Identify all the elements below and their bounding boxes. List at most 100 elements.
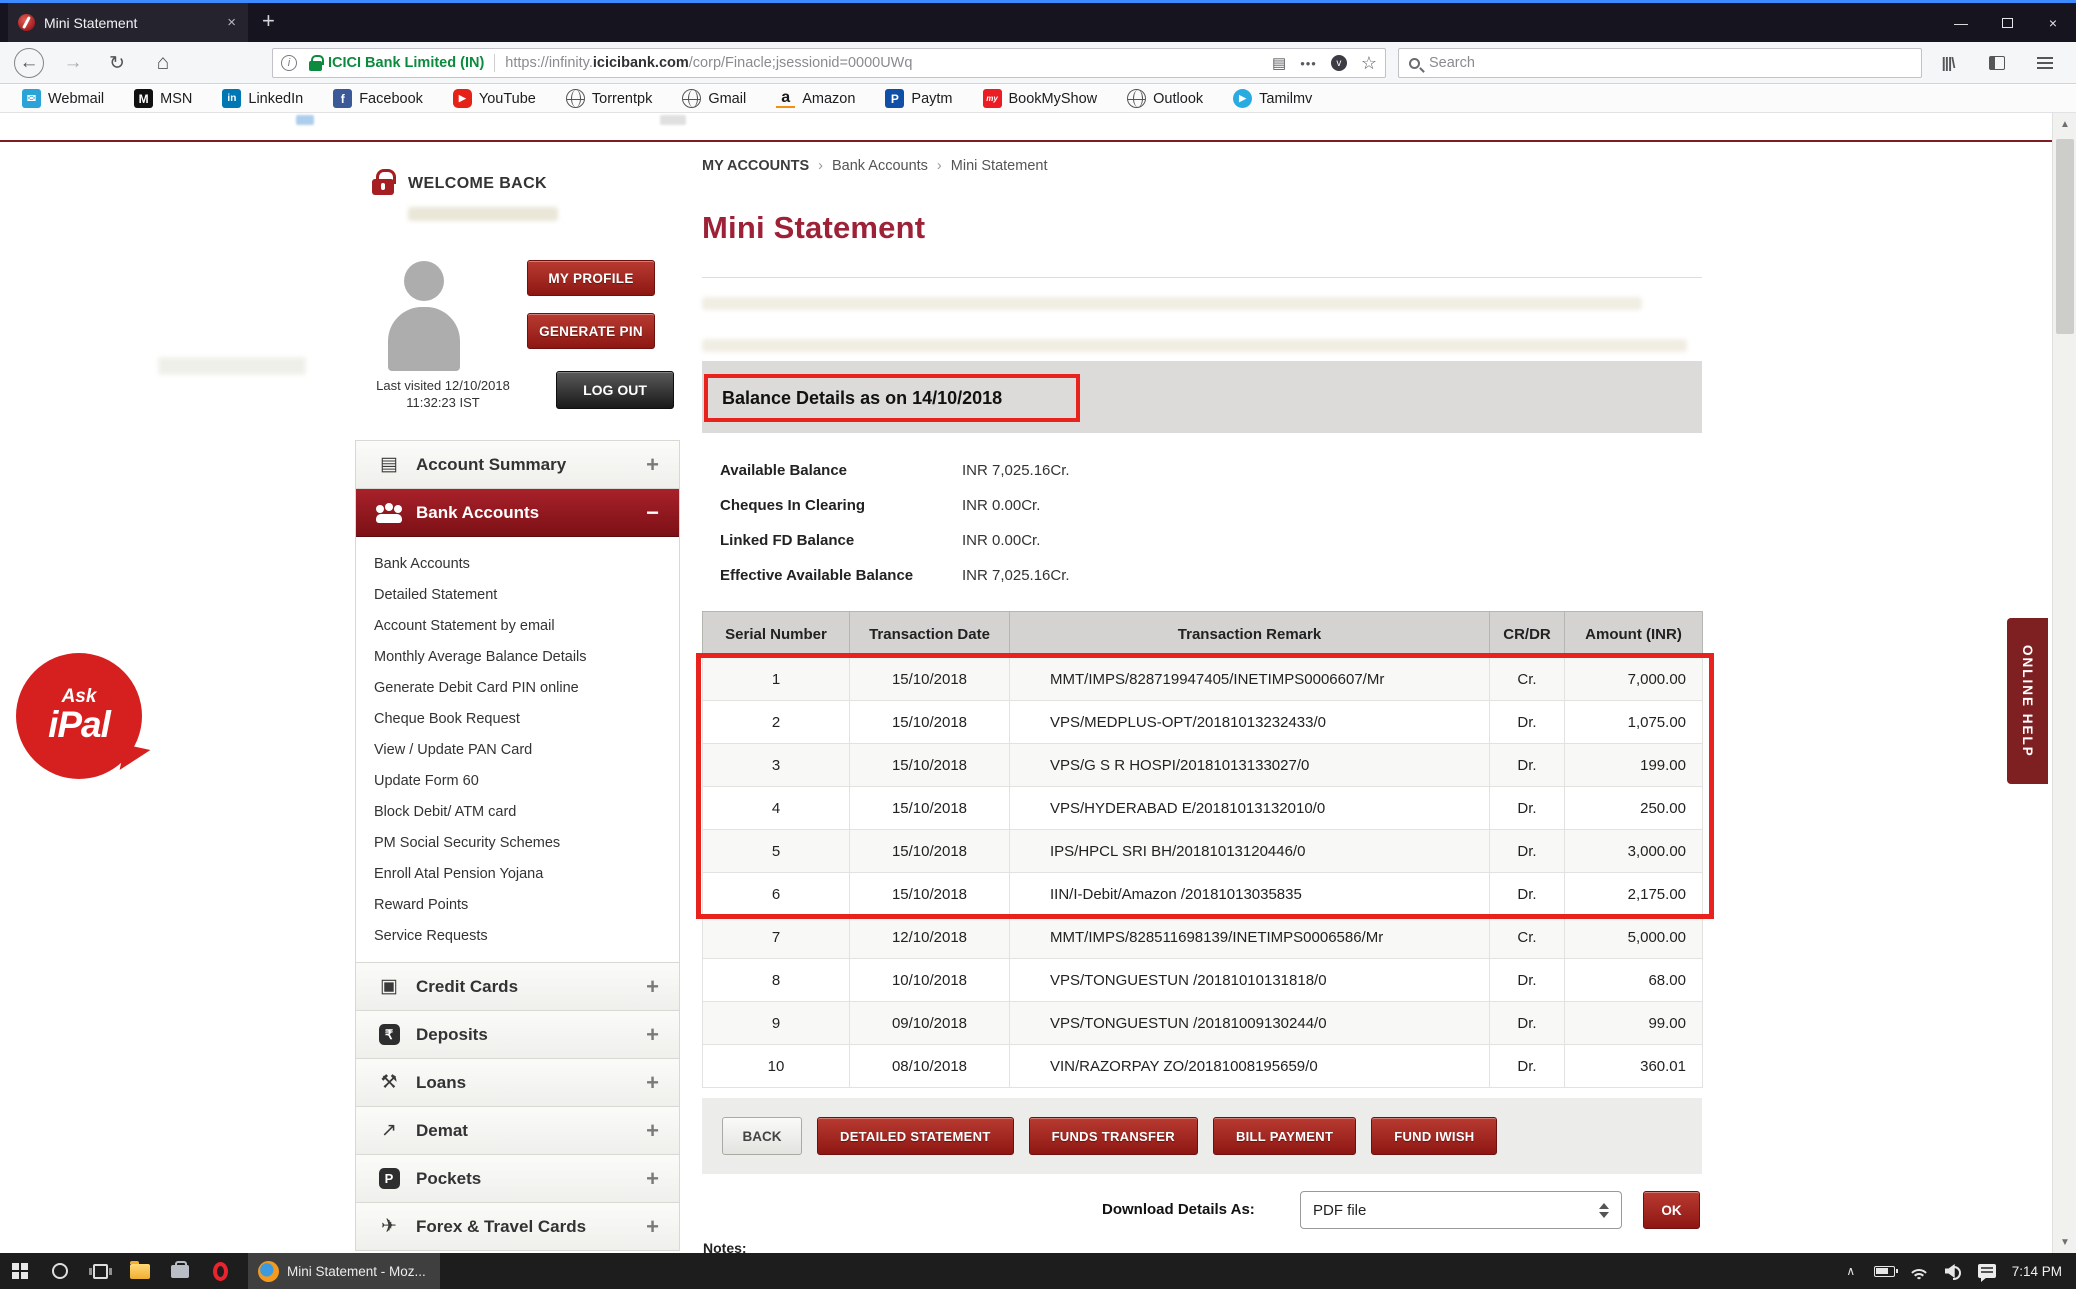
expand-toggle-icon[interactable]: + bbox=[646, 1214, 659, 1240]
file-explorer-button[interactable] bbox=[120, 1253, 160, 1289]
breadcrumb-item[interactable]: Mini Statement bbox=[951, 158, 1048, 174]
sidebar-menu-row[interactable]: ▤ Account Summary + bbox=[356, 441, 679, 489]
submenu-item[interactable]: Account Statement by email bbox=[356, 611, 679, 642]
expand-toggle-icon[interactable]: + bbox=[646, 1166, 659, 1192]
url-bar[interactable]: i ICICI Bank Limited (IN) https://infini… bbox=[272, 48, 1386, 78]
site-identity[interactable]: ICICI Bank Limited (IN) bbox=[328, 55, 484, 71]
bookmark-item[interactable]: M MSN bbox=[134, 89, 192, 108]
cell-amount: 68.00 bbox=[1565, 959, 1703, 1002]
action-button[interactable]: BILL PAYMENT bbox=[1213, 1117, 1356, 1155]
sidebar-menu-row[interactable]: ✈ Forex & Travel Cards + bbox=[356, 1203, 679, 1251]
submenu-item[interactable]: Reward Points bbox=[356, 890, 679, 921]
submenu-item[interactable]: Bank Accounts bbox=[356, 549, 679, 580]
submenu-item[interactable]: Detailed Statement bbox=[356, 580, 679, 611]
breadcrumb-item[interactable]: MY ACCOUNTS bbox=[702, 158, 809, 174]
new-tab-button[interactable]: + bbox=[262, 8, 275, 34]
reload-button[interactable]: ↻ bbox=[102, 48, 132, 78]
back-page-button[interactable]: BACK bbox=[722, 1117, 802, 1155]
log-out-button[interactable]: LOG OUT bbox=[556, 371, 674, 409]
submenu-item[interactable]: Service Requests bbox=[356, 921, 679, 952]
bookmark-item[interactable]: Gmail bbox=[682, 89, 746, 108]
submenu-item[interactable]: Enroll Atal Pension Yojana bbox=[356, 859, 679, 890]
page-scrollbar[interactable]: ▲ ▼ bbox=[2052, 113, 2076, 1253]
expand-toggle-icon[interactable]: + bbox=[646, 1022, 659, 1048]
search-input[interactable] bbox=[1429, 55, 1911, 71]
taskbar-clock[interactable]: 7:14 PM bbox=[2004, 1264, 2076, 1279]
bookmark-item[interactable]: Torrentpk bbox=[566, 89, 652, 108]
expand-toggle-icon[interactable]: − bbox=[646, 500, 659, 526]
bookmark-item[interactable]: ▶ YouTube bbox=[453, 89, 536, 108]
sidebar-menu-row[interactable]: Bank Accounts − bbox=[356, 489, 679, 537]
bookmark-item[interactable]: Outlook bbox=[1127, 89, 1203, 108]
submenu-item[interactable]: Generate Debit Card PIN online bbox=[356, 673, 679, 704]
url-text[interactable]: https://infinity.icicibank.com/corp/Fina… bbox=[505, 55, 1264, 71]
browser-tab[interactable]: Mini Statement × bbox=[8, 3, 248, 42]
volume-button[interactable] bbox=[1936, 1253, 1970, 1289]
search-bar[interactable] bbox=[1398, 48, 1922, 78]
submenu-item[interactable]: Cheque Book Request bbox=[356, 704, 679, 735]
ok-button[interactable]: OK bbox=[1643, 1191, 1700, 1229]
download-format-select[interactable]: PDF file bbox=[1300, 1191, 1622, 1229]
expand-toggle-icon[interactable]: + bbox=[646, 1070, 659, 1096]
close-button[interactable]: × bbox=[2030, 3, 2076, 42]
battery-button[interactable] bbox=[1868, 1253, 1902, 1289]
opera-button[interactable] bbox=[200, 1253, 240, 1289]
ask-ipal-widget[interactable]: Ask iPal bbox=[16, 653, 142, 779]
scroll-down-icon[interactable]: ▼ bbox=[2053, 1231, 2076, 1253]
pinned-app-button[interactable] bbox=[160, 1253, 200, 1289]
submenu-item[interactable]: Monthly Average Balance Details bbox=[356, 642, 679, 673]
pocket-icon[interactable]: v bbox=[1331, 55, 1347, 71]
firefox-taskbar-button[interactable]: Mini Statement - Moz... bbox=[248, 1253, 440, 1289]
minimize-button[interactable]: — bbox=[1938, 3, 1984, 42]
bookmark-item[interactable]: ✉ Webmail bbox=[22, 89, 104, 108]
back-button[interactable]: ← bbox=[14, 48, 44, 78]
submenu-item[interactable]: View / Update PAN Card bbox=[356, 735, 679, 766]
action-button[interactable]: DETAILED STATEMENT bbox=[817, 1117, 1014, 1155]
forward-button[interactable]: → bbox=[58, 48, 88, 78]
bookmark-item[interactable]: ▶ Tamilmv bbox=[1233, 89, 1312, 108]
action-button[interactable]: FUNDS TRANSFER bbox=[1029, 1117, 1198, 1155]
redacted-account-info bbox=[702, 339, 1687, 352]
sidebar-menu-row[interactable]: ₹ Deposits + bbox=[356, 1011, 679, 1059]
breadcrumb-item[interactable]: Bank Accounts bbox=[832, 158, 928, 174]
submenu-item[interactable]: Block Debit/ ATM card bbox=[356, 797, 679, 828]
home-button[interactable]: ⌂ bbox=[148, 48, 178, 78]
scroll-up-icon[interactable]: ▲ bbox=[2053, 113, 2076, 135]
start-button[interactable] bbox=[0, 1253, 40, 1289]
bookmark-item[interactable]: f Facebook bbox=[333, 89, 423, 108]
tab-close-icon[interactable]: × bbox=[225, 14, 238, 31]
submenu-item[interactable]: PM Social Security Schemes bbox=[356, 828, 679, 859]
scroll-thumb[interactable] bbox=[2056, 139, 2074, 334]
page-actions-icon[interactable]: ••• bbox=[1300, 56, 1317, 71]
task-view-button[interactable] bbox=[80, 1253, 120, 1289]
reader-mode-icon[interactable]: ▤ bbox=[1272, 54, 1286, 72]
cell-date: 15/10/2018 bbox=[850, 787, 1010, 830]
expand-toggle-icon[interactable]: + bbox=[646, 1118, 659, 1144]
wifi-button[interactable] bbox=[1902, 1253, 1936, 1289]
online-help-tab[interactable]: ONLINE HELP bbox=[2007, 618, 2048, 784]
menu-hamburger-icon[interactable] bbox=[2030, 48, 2060, 78]
sidebar-toggle-icon[interactable] bbox=[1982, 48, 2012, 78]
maximize-button[interactable] bbox=[1984, 3, 2030, 42]
sidebar-menu-label: Credit Cards bbox=[416, 977, 646, 997]
sidebar-menu-row[interactable]: ▣ Credit Cards + bbox=[356, 963, 679, 1011]
bookmark-item[interactable]: my BookMyShow bbox=[983, 89, 1098, 108]
submenu-item[interactable]: Update Form 60 bbox=[356, 766, 679, 797]
action-button[interactable]: FUND IWISH bbox=[1371, 1117, 1497, 1155]
site-info-icon[interactable]: i bbox=[281, 55, 297, 71]
notifications-button[interactable] bbox=[1970, 1253, 2004, 1289]
sidebar-menu-row[interactable]: P Pockets + bbox=[356, 1155, 679, 1203]
expand-toggle-icon[interactable]: + bbox=[646, 452, 659, 478]
bookmark-item[interactable]: P Paytm bbox=[885, 89, 952, 108]
tray-caret-icon[interactable]: ∧ bbox=[1834, 1253, 1868, 1289]
bookmark-item[interactable]: a Amazon bbox=[776, 89, 855, 108]
my-profile-button[interactable]: MY PROFILE bbox=[527, 260, 655, 296]
sidebar-menu-row[interactable]: ⚒ Loans + bbox=[356, 1059, 679, 1107]
bookmark-star-icon[interactable]: ☆ bbox=[1361, 53, 1377, 74]
bookmark-item[interactable]: in LinkedIn bbox=[222, 89, 303, 108]
expand-toggle-icon[interactable]: + bbox=[646, 974, 659, 1000]
sidebar-menu-row[interactable]: ↗ Demat + bbox=[356, 1107, 679, 1155]
library-icon[interactable]: |||\ bbox=[1933, 48, 1963, 78]
cortana-button[interactable] bbox=[40, 1253, 80, 1289]
generate-pin-button[interactable]: GENERATE PIN bbox=[527, 313, 655, 349]
